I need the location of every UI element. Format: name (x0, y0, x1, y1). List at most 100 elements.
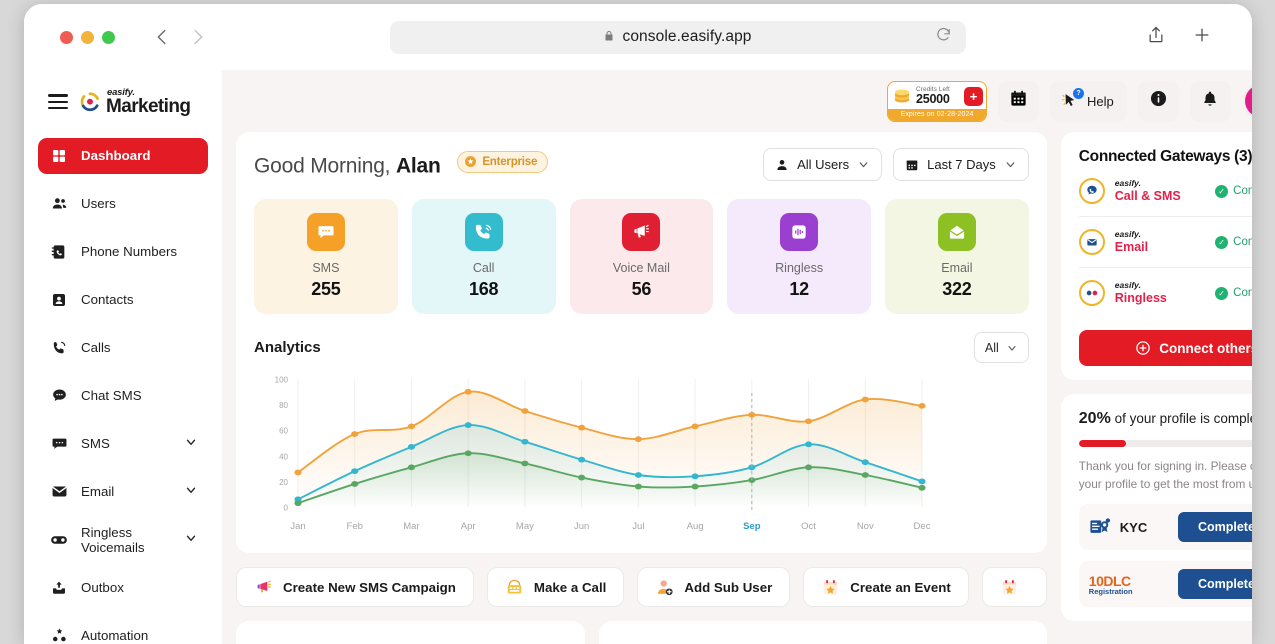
megaphone-icon (254, 578, 273, 597)
gateways-header: Connected Gateways (3) (1079, 148, 1252, 166)
sidebar-item-label: Automation (81, 628, 148, 643)
navigation-buttons[interactable] (151, 26, 209, 48)
back-button[interactable] (151, 26, 173, 48)
calendar-icon (905, 158, 919, 172)
svg-text:Dec: Dec (914, 521, 931, 532)
sidebar-item-users[interactable]: Users (38, 186, 208, 222)
analytics-title: Analytics (254, 339, 321, 356)
status-label: Connected (1233, 185, 1252, 197)
chevron-down-icon[interactable] (184, 435, 198, 452)
add-credits-button[interactable]: + (964, 87, 983, 106)
bell-icon (1201, 90, 1219, 113)
sidebar-item-label: Calls (81, 340, 111, 355)
gateway-name: easify. Email (1115, 230, 1205, 254)
stat-label: Call (412, 261, 556, 275)
svg-text:80: 80 (279, 401, 288, 410)
gateway-row-email: easify. Email ✓ Connected (1079, 217, 1252, 268)
dashboard-content: Good Morning, Alan Enterprise (222, 132, 1252, 644)
task-10dlc-label-group: 10DLC Registration (1089, 574, 1133, 596)
stat-card-sms[interactable]: SMS 255 (254, 199, 398, 314)
phone-icon (465, 213, 503, 251)
tendlc-complete-now-button[interactable]: Complete Now (1178, 569, 1252, 599)
plus-icon[interactable] (1192, 25, 1212, 50)
credits-widget[interactable]: Credits Left 25000 + Expires on 02-28-20… (887, 81, 987, 122)
stat-label: Email (885, 261, 1029, 275)
stat-card-ringless[interactable]: Ringless 12 (727, 199, 871, 314)
help-label: Help (1087, 94, 1114, 109)
sidebar-item-automation[interactable]: Automation (38, 618, 208, 644)
status-badge: ✓ Connected (1215, 185, 1252, 198)
menu-toggle-button[interactable] (48, 94, 68, 109)
kyc-complete-now-button[interactable]: Complete Now (1178, 512, 1252, 542)
profile-completion-title: 20% of your profile is complete (1079, 410, 1252, 428)
help-button[interactable]: ? Help (1050, 81, 1127, 122)
task-label: KYC (1120, 520, 1147, 535)
logo[interactable]: easify. Marketing (79, 88, 190, 116)
page-title: Good Morning, Alan Enterprise (254, 151, 548, 179)
chevron-down-icon[interactable] (184, 531, 198, 548)
sidebar-item-chat-sms[interactable]: Chat SMS (38, 378, 208, 414)
date-range-dropdown[interactable]: Last 7 Days (893, 148, 1029, 181)
connect-others-button[interactable]: Connect others (1079, 330, 1252, 366)
main-area: Credits Left 25000 + Expires on 02-28-20… (222, 70, 1252, 644)
analytics-filter-dropdown[interactable]: All (974, 332, 1029, 363)
sidebar-item-phone-numbers[interactable]: Phone Numbers (38, 234, 208, 270)
make-a-call-button[interactable]: Make a Call (487, 567, 624, 607)
grid-icon (50, 147, 68, 165)
sidebar-item-outbox[interactable]: Outbox (38, 570, 208, 606)
connect-others-label: Connect others (1159, 341, 1252, 356)
create-sms-campaign-button[interactable]: Create New SMS Campaign (236, 567, 474, 607)
minimize-window-button[interactable] (81, 31, 94, 44)
share-icon[interactable] (1146, 24, 1166, 51)
stat-card-call[interactable]: Call 168 (412, 199, 556, 314)
voicemail-icon (1079, 280, 1105, 306)
lock-icon (603, 29, 615, 46)
forward-button[interactable] (187, 26, 209, 48)
stat-label: SMS (254, 261, 398, 275)
sidebar-item-sms[interactable]: SMS (38, 426, 208, 462)
phone-icon (1079, 178, 1105, 204)
quick-action-partial[interactable] (982, 567, 1047, 607)
megaphone-icon (622, 213, 660, 251)
status-label: Connected (1233, 287, 1252, 299)
calendar-button[interactable] (998, 81, 1039, 122)
profile-menu[interactable]: JD +5 (1242, 81, 1252, 122)
sidebar-item-ringless-voicemails[interactable]: Ringless Voicemails (38, 522, 208, 558)
analytics-chart[interactable]: 020406080100JanFebMarAprMayJunJulAugSepO… (254, 369, 1029, 539)
sidebar-item-contacts[interactable]: Contacts (38, 282, 208, 318)
stat-card-voice-mail[interactable]: Voice Mail 56 (570, 199, 714, 314)
browser-chrome: console.easify.app (24, 4, 1252, 70)
gateway-brand: easify. (1115, 179, 1205, 189)
chrome-actions[interactable] (1146, 24, 1212, 51)
info-button[interactable] (1138, 81, 1179, 122)
close-window-button[interactable] (60, 31, 73, 44)
stat-value: 56 (570, 279, 714, 300)
gateway-brand: easify. (1115, 281, 1205, 291)
gateway-row-call-sms: easify. Call & SMS ✓ Connected (1079, 166, 1252, 217)
user-filter-dropdown[interactable]: All Users (763, 148, 882, 181)
notifications-button[interactable] (1190, 81, 1231, 122)
sidebar-item-dashboard[interactable]: Dashboard (38, 138, 208, 174)
check-icon: ✓ (1215, 236, 1228, 249)
bottom-card-left (236, 621, 585, 644)
stat-card-email[interactable]: Email 322 (885, 199, 1029, 314)
reload-icon[interactable] (935, 26, 952, 48)
status-label: Connected (1233, 236, 1252, 248)
app-root: easify. Marketing Dashboard (24, 70, 1252, 644)
sidebar-item-email[interactable]: Email (38, 474, 208, 510)
chevron-down-icon[interactable] (184, 483, 198, 500)
user-filter-label: All Users (797, 157, 849, 172)
sidebar-item-calls[interactable]: Calls (38, 330, 208, 366)
add-sub-user-button[interactable]: Add Sub User (637, 567, 790, 607)
address-bar[interactable]: console.easify.app (390, 21, 966, 54)
phone-icon (50, 339, 68, 357)
greeting-prefix: Good Morning, (254, 154, 396, 177)
window-controls[interactable] (60, 31, 115, 44)
sidebar-item-label: Ringless Voicemails (81, 525, 196, 555)
action-label: Make a Call (534, 580, 606, 595)
check-icon: ✓ (1215, 287, 1228, 300)
maximize-window-button[interactable] (102, 31, 115, 44)
create-an-event-button[interactable]: Create an Event (803, 567, 969, 607)
sidebar-nav: Dashboard Users Phone Numbers (24, 138, 222, 644)
brand-header: easify. Marketing (24, 70, 222, 116)
